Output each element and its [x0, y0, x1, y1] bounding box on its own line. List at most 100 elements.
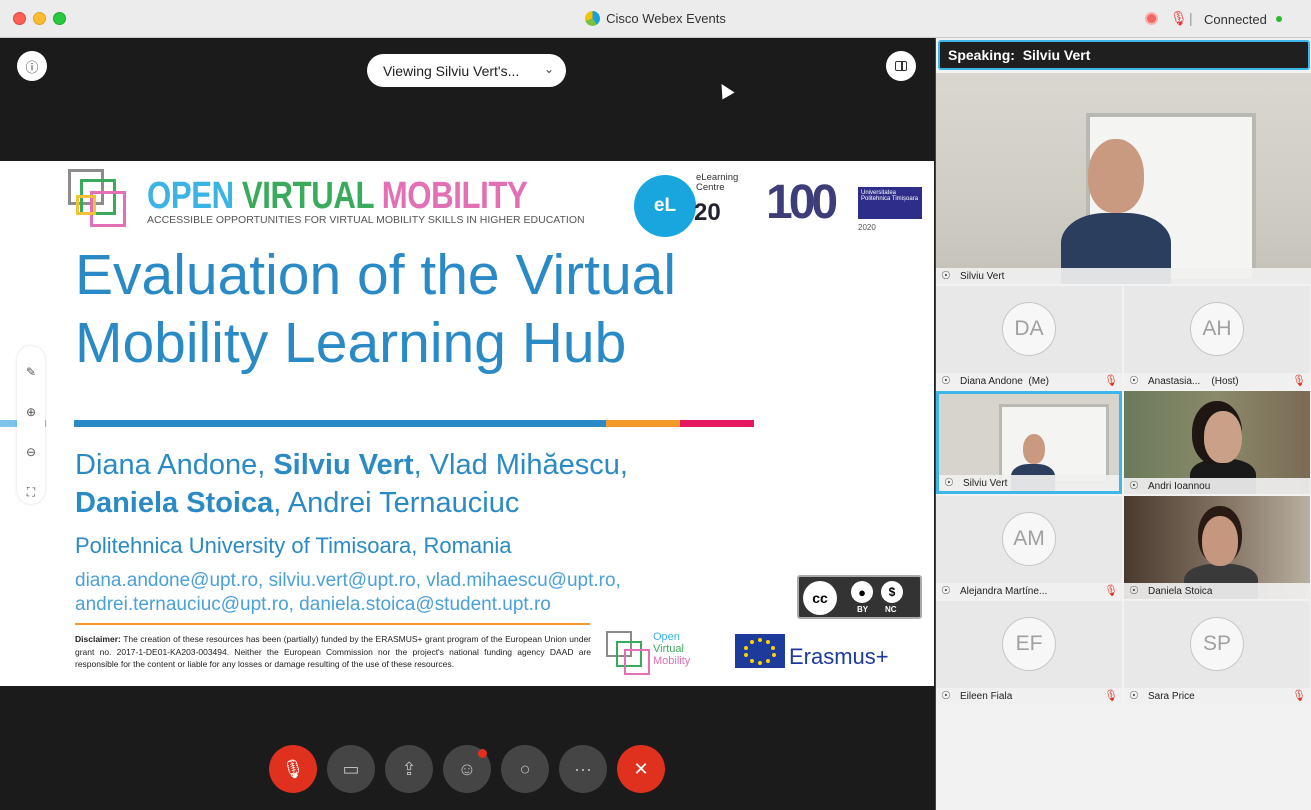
content-stage: ⓘ Viewing Silviu Vert's... ⌄ OPEN VIRTUA…: [0, 38, 934, 810]
main-video-label: ☉ Silviu Vert: [936, 268, 1311, 284]
ovm-brand-subtitle: ACCESSIBLE OPPORTUNITIES FOR VIRTUAL MOB…: [147, 214, 585, 226]
author-text-4: Daniela Stoica: [75, 487, 274, 519]
mic-off-icon: 🎙︎: [1292, 375, 1306, 387]
title-separator: |: [1189, 10, 1193, 26]
divider-bar-pink: [680, 420, 754, 427]
disclaimer-divider: [75, 623, 590, 625]
speaker-head: [1088, 139, 1144, 213]
participant-tile[interactable]: SP ☉ Sara Price 🎙︎: [1124, 601, 1310, 704]
participant-label: ☉ Diana Andone (Me) 🎙︎: [936, 373, 1122, 389]
participant-tile[interactable]: DA ☉ Diana Andone (Me) 🎙︎: [936, 286, 1122, 389]
mic-off-icon: 🎙︎: [1104, 585, 1118, 597]
elc-20-mark: 20: [694, 199, 721, 226]
participant-tile[interactable]: AH ☉ Anastasia... (Host) 🎙︎: [1124, 286, 1310, 389]
participant-name: Sara Price: [1148, 690, 1195, 702]
headset-icon: ☉: [1129, 480, 1139, 492]
share-button[interactable]: ⇪: [385, 745, 433, 793]
participant-label: ☉ Silviu Vert: [939, 475, 1119, 491]
headset-icon: ☉: [941, 375, 951, 387]
upt-year: 2020: [858, 223, 876, 232]
participant-tile-selected[interactable]: ☉ Silviu Vert: [936, 391, 1122, 494]
emails-line1: diana.andone@upt.ro, silviu.vert@upt.ro,…: [75, 570, 621, 591]
participant-label: ☉ Anastasia... (Host) 🎙︎: [1124, 373, 1310, 389]
participant-name: Andri Ioannou: [1148, 480, 1211, 492]
headset-icon: ☉: [941, 270, 951, 282]
chat-icon: ○: [519, 758, 531, 779]
author-text-1: Diana Andone,: [75, 449, 274, 481]
leave-button[interactable]: ✕: [617, 745, 665, 793]
fit-screen-button[interactable]: ⛶: [17, 478, 45, 506]
ovm-small-logo-icon: [606, 631, 652, 677]
cc-nc-icon: $: [881, 581, 903, 603]
participant-head: [1202, 516, 1238, 566]
speaking-label: Speaking:: [948, 47, 1015, 63]
ovm-small-open: Open: [653, 631, 680, 643]
emails-line2: andrei.ternauciuc@upt.ro, daniela.stoica…: [75, 594, 551, 615]
webex-logo-icon: [585, 11, 601, 26]
chat-button[interactable]: ○: [501, 745, 549, 793]
avatar: AM: [1002, 512, 1056, 566]
info-button[interactable]: ⓘ: [17, 51, 47, 81]
viewing-dropdown[interactable]: Viewing Silviu Vert's... ⌄: [367, 54, 566, 87]
divider-bar-orange: [606, 420, 680, 427]
window-title-text: Cisco Webex Events: [606, 11, 726, 26]
mic-off-icon: 🎙︎: [1104, 375, 1118, 387]
more-options-button[interactable]: ···: [559, 745, 607, 793]
ovm-small-text: Open Virtual Mobility: [653, 631, 690, 667]
slide-title: Evaluation of the Virtual Mobility Learn…: [75, 241, 835, 377]
connection-status: Connected: [1204, 12, 1267, 27]
author-text-2: Silviu Vert: [273, 449, 414, 481]
close-icon: ✕: [633, 758, 649, 779]
more-icon: ···: [574, 758, 592, 779]
active-speaker-video[interactable]: ☉ Silviu Vert: [936, 73, 1311, 284]
active-speaker-bar: Speaking: Silviu Vert: [938, 40, 1310, 70]
upt-100-logo: 100 Universitatea Politehnica Timișoara …: [766, 175, 922, 243]
webex-window: Cisco Webex Events 🎙︎ | Connected ⓘ View…: [0, 0, 1311, 810]
notification-badge: [478, 749, 487, 758]
cc-by-nc-label: BY: [857, 605, 868, 614]
participant-name: Daniela Stoica: [1148, 585, 1213, 597]
ovm-small-virtual: Virtual: [653, 643, 684, 655]
participant-tile[interactable]: AM ☉ Alejandra Martíne... 🎙︎: [936, 496, 1122, 599]
video-off-icon: ▭: [342, 758, 360, 779]
participant-tag: (Host): [1211, 375, 1239, 387]
headset-icon: ☉: [1129, 375, 1139, 387]
mic-off-icon: 🎙︎: [1292, 690, 1306, 702]
eu-flag-icon: [735, 634, 785, 668]
zoom-in-button[interactable]: ⊕: [17, 398, 45, 426]
participant-tile[interactable]: ☉ Andri Ioannou: [1124, 391, 1310, 494]
participant-label: ☉ Daniela Stoica: [1124, 583, 1310, 599]
avatar: DA: [1002, 302, 1056, 356]
disclaimer-label: Disclaimer:: [75, 634, 121, 644]
layout-button[interactable]: [886, 51, 916, 81]
viewing-label: Viewing Silviu Vert's...: [383, 62, 520, 79]
window-title: Cisco Webex Events: [0, 11, 1311, 26]
participants-button[interactable]: ☺: [443, 745, 491, 793]
author-text-3: , Vlad Mihăescu,: [413, 449, 628, 481]
headset-icon: ☉: [1129, 585, 1139, 597]
cc-nc-label: NC: [885, 605, 897, 614]
annotate-pen-button[interactable]: ✎: [17, 358, 45, 386]
cc-license-badge: cc ● $ BY NC: [797, 575, 922, 619]
slide-authors: Diana Andone, Silviu Vert, Vlad Mihăescu…: [75, 446, 775, 522]
mic-muted-icon[interactable]: 🎙︎: [1170, 10, 1188, 27]
upt-100-text: 100: [766, 176, 838, 229]
cc-icon: cc: [803, 581, 837, 615]
connection-dot-icon: [1276, 16, 1282, 22]
participant-label: ☉ Alejandra Martíne... 🎙︎: [936, 583, 1122, 599]
zoom-out-button[interactable]: ⊖: [17, 438, 45, 466]
start-video-button[interactable]: ▭: [327, 745, 375, 793]
participant-tile[interactable]: ☉ Daniela Stoica: [1124, 496, 1310, 599]
participant-head: [1204, 411, 1242, 463]
elearning-centre-logo: eL: [634, 175, 696, 237]
headset-icon: ☉: [1129, 690, 1139, 702]
unmute-button[interactable]: 🎙︎: [269, 745, 317, 793]
headset-icon: ☉: [944, 477, 954, 489]
participant-label: ☉ Eileen Fiala 🎙︎: [936, 688, 1122, 704]
upt-box: Universitatea Politehnica Timișoara: [858, 187, 922, 219]
shared-slide: OPEN VIRTUAL MOBILITY ACCESSIBLE OPPORTU…: [0, 161, 934, 686]
recording-icon[interactable]: [1145, 12, 1158, 25]
participant-tile[interactable]: EF ☉ Eileen Fiala 🎙︎: [936, 601, 1122, 704]
avatar: EF: [1002, 617, 1056, 671]
avatar: SP: [1190, 617, 1244, 671]
